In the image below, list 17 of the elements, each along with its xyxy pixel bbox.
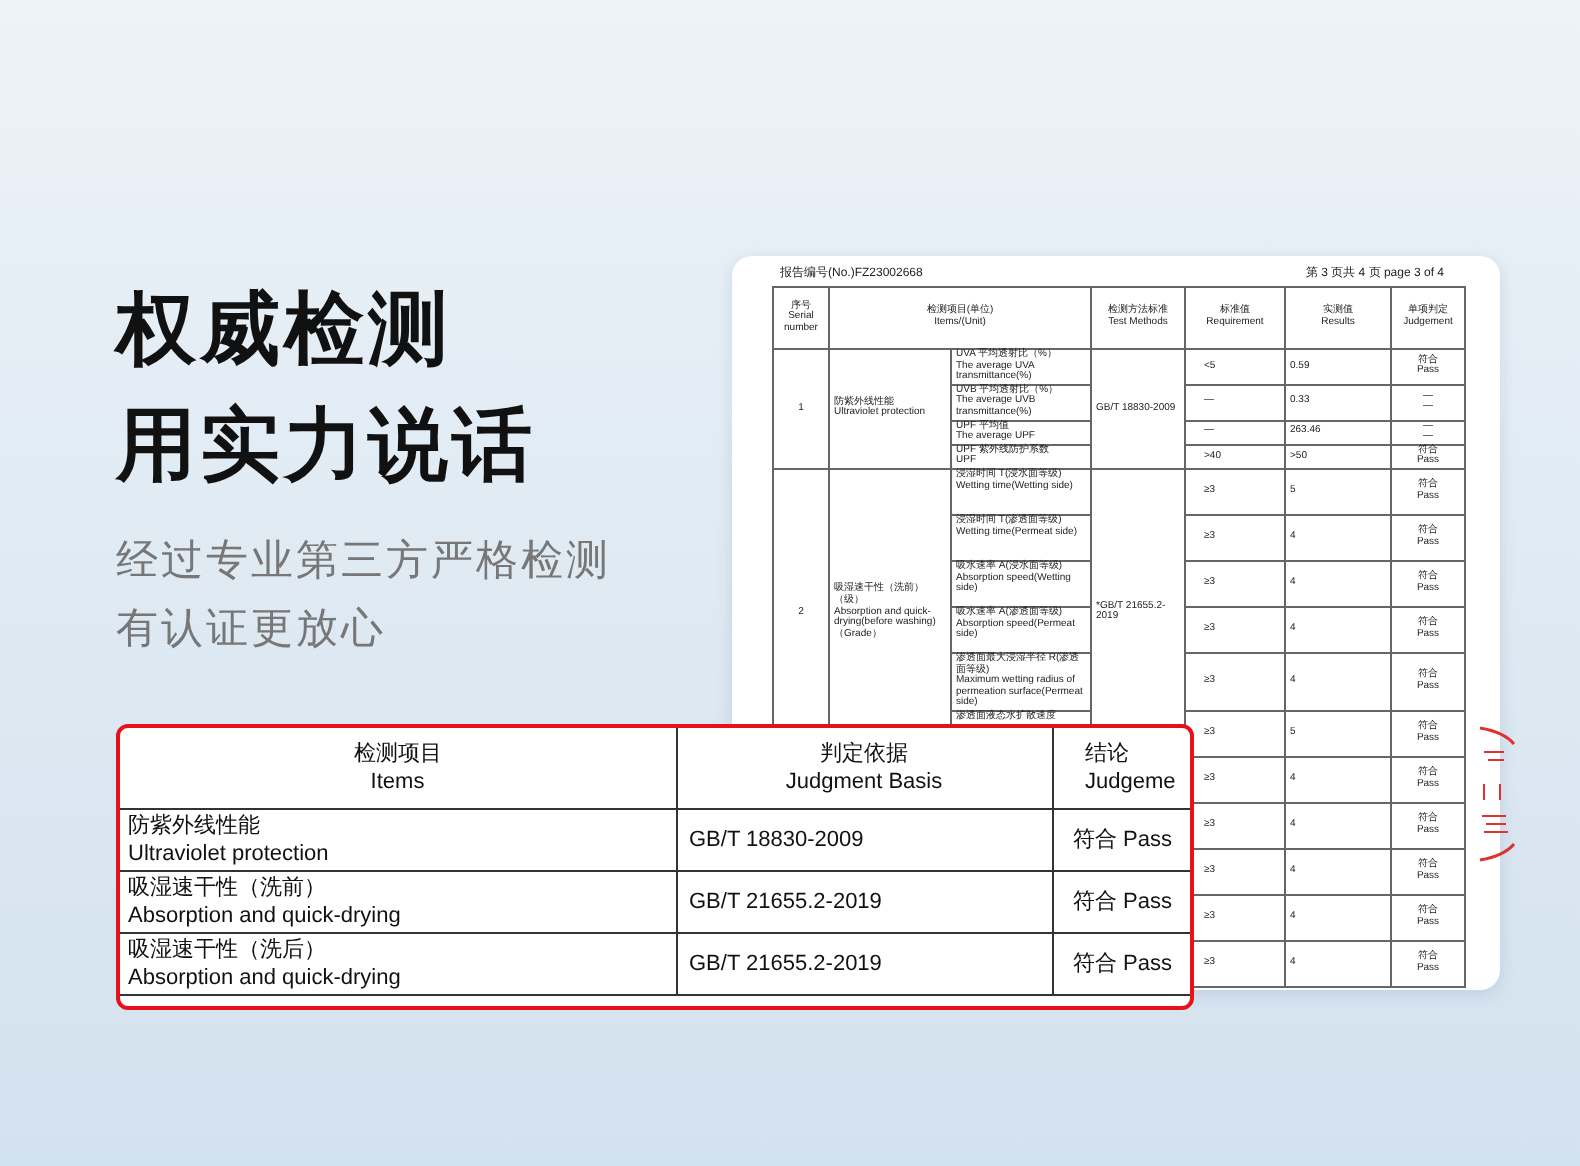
headline: 用实力说话 (116, 400, 538, 494)
item-cell: 防紫外线性能 Ultraviolet protection (120, 809, 676, 871)
seal-stamp-drawing (1476, 724, 1516, 864)
item-cell: 吸湿速干性（洗前） Absorption and quick-drying (120, 871, 676, 933)
subtitle: 经过专业第三方严格检测 (116, 536, 613, 588)
basis-cell: GB/T 21655.2-2019 (676, 871, 1052, 933)
item-cell: 吸湿速干性（洗后） Absorption and quick-drying (120, 933, 676, 995)
headline: 权威检测 (116, 284, 454, 378)
column-header: 结论 Judgeme (1052, 728, 1190, 809)
conclusion-cell: 符合 Pass (1052, 809, 1190, 871)
conclusion-cell: 符合 Pass (1052, 871, 1190, 933)
column-header: 判定依据 Judgment Basis (676, 728, 1052, 809)
basis-cell: GB/T 18830-2009 (676, 809, 1052, 871)
subtitle: 有认证更放心 (116, 604, 388, 656)
basis-cell: GB/T 21655.2-2019 (676, 933, 1052, 995)
conclusion-cell: 符合 Pass (1052, 933, 1190, 995)
column-header: 检测项目 Items (120, 728, 676, 809)
